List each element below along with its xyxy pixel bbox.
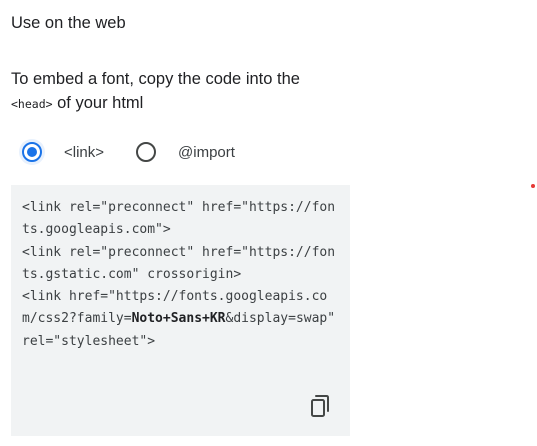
embed-code-card: <link rel="preconnect" href="https://fon…: [11, 185, 350, 436]
description-line-2: of your html: [52, 94, 144, 112]
copy-code-button[interactable]: [307, 392, 333, 420]
embed-code-block[interactable]: <link rel="preconnect" href="https://fon…: [22, 197, 342, 353]
code-font-family: Noto+Sans+KR: [131, 311, 226, 327]
code-text-before-family: <link rel="preconnect" href="https://fon…: [22, 200, 336, 327]
embed-type-radio-group: <link> @import: [22, 138, 235, 166]
radio-link-button[interactable]: [22, 142, 42, 162]
description-line-1: To embed a font, copy the code into the: [11, 70, 300, 88]
radio-link-label[interactable]: <link>: [64, 144, 104, 161]
radio-option-import[interactable]: @import: [136, 142, 235, 162]
marker-dot: [531, 184, 535, 188]
radio-import-button[interactable]: [136, 142, 157, 162]
head-tag-code: <head>: [11, 97, 53, 111]
embed-description: To embed a font, copy the code into the …: [11, 67, 341, 116]
section-title: Use on the web: [11, 14, 126, 32]
radio-import-label[interactable]: @import: [178, 144, 235, 161]
radio-option-link[interactable]: <link>: [22, 142, 104, 162]
copy-icon: [311, 395, 329, 417]
